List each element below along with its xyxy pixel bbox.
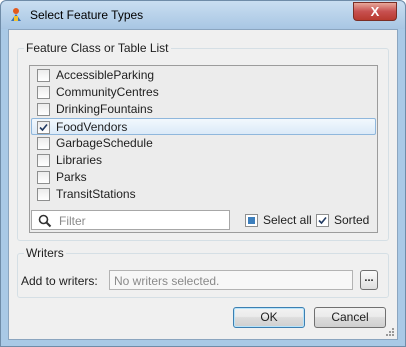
list-item[interactable]: TransitStations (32, 186, 375, 203)
add-to-writers-label: Add to writers: (21, 274, 98, 288)
select-all-box[interactable] (245, 214, 258, 227)
filter-input[interactable]: Filter (31, 210, 230, 230)
list-item-label: AccessibleParking (56, 68, 155, 82)
list-item-label: CommunityCentres (56, 85, 159, 99)
sorted-box[interactable] (316, 214, 329, 227)
list-item[interactable]: DrinkingFountains (32, 101, 375, 118)
writers-field[interactable]: No writers selected. (109, 270, 353, 290)
cancel-button[interactable]: Cancel (314, 307, 386, 328)
list-item-checkbox[interactable] (37, 69, 50, 82)
list-item[interactable]: AccessibleParking (32, 67, 375, 84)
list-item-checkbox[interactable] (37, 103, 50, 116)
close-icon: X (370, 4, 380, 19)
list-item-label: TransitStations (56, 187, 136, 201)
list-item-checkbox[interactable] (37, 154, 50, 167)
writers-legend: Writers (24, 246, 66, 260)
ok-button[interactable]: OK (233, 307, 305, 328)
list-item-checkbox[interactable] (37, 188, 50, 201)
list-item-selected[interactable]: FoodVendors (31, 118, 376, 135)
resize-grip-icon[interactable] (385, 327, 395, 337)
list-item[interactable]: CommunityCentres (32, 84, 375, 101)
list-item-checkbox[interactable] (37, 86, 50, 99)
sorted-label: Sorted (334, 213, 370, 227)
search-icon (38, 214, 52, 228)
list-item-label: GarbageSchedule (56, 136, 153, 150)
writers-placeholder: No writers selected. (114, 274, 220, 288)
filter-placeholder: Filter (59, 214, 86, 228)
window-title: Select Feature Types (30, 8, 144, 22)
list-item-checkbox[interactable] (37, 137, 50, 150)
select-all-label: Select all (263, 213, 312, 227)
list-item-checkbox[interactable] (37, 171, 50, 184)
list-item-label: FoodVendors (56, 120, 128, 134)
list-item-label: DrinkingFountains (56, 102, 153, 116)
list-item[interactable]: GarbageSchedule (32, 135, 375, 152)
title-bar[interactable]: Select Feature Types X (1, 1, 405, 29)
browse-writers-button[interactable]: ... (360, 270, 378, 290)
list-item-label: Parks (56, 170, 87, 184)
list-item[interactable]: Libraries (32, 152, 375, 169)
list-item-label: Libraries (56, 153, 103, 167)
checkmark-icon (39, 123, 48, 132)
list-item[interactable]: Parks (32, 169, 375, 186)
fme-feature-icon (11, 8, 21, 21)
feature-type-list[interactable]: AccessibleParking CommunityCentres Drink… (29, 65, 378, 233)
feature-class-legend: Feature Class or Table List (24, 41, 171, 55)
close-button[interactable]: X (353, 2, 397, 21)
dialog-window: Select Feature Types X Feature Class or … (0, 0, 406, 347)
dialog-body: Feature Class or Table List AccessiblePa… (8, 29, 398, 340)
checkmark-icon (318, 216, 327, 225)
list-item-checkbox[interactable] (37, 121, 50, 134)
